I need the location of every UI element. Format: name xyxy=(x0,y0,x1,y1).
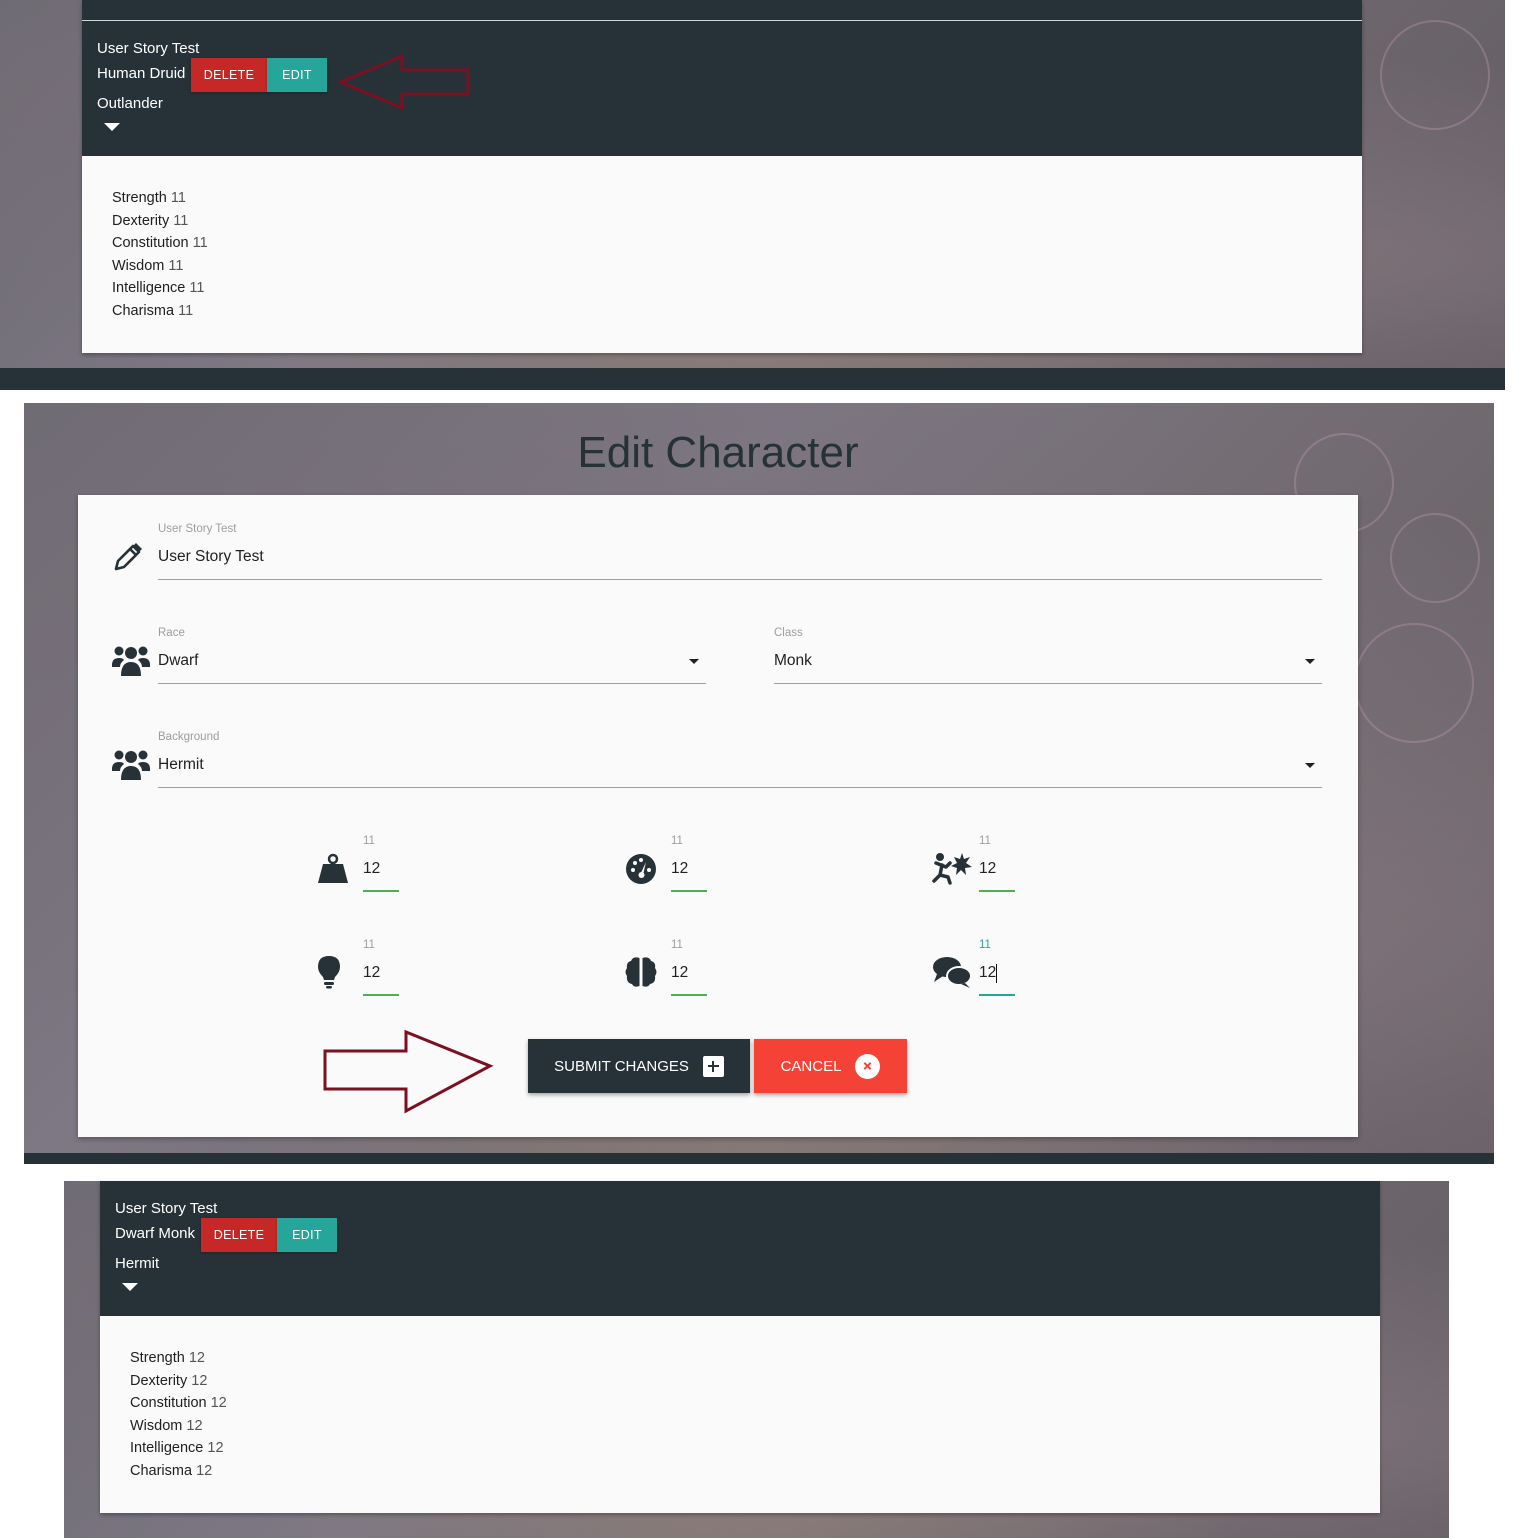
card-header: User Story Test Human Druid DELETE EDIT … xyxy=(82,0,1362,156)
character-card-before: User Story Test Human Druid DELETE EDIT … xyxy=(82,0,1362,353)
class-select-underline xyxy=(774,683,1322,684)
delete-button[interactable]: DELETE xyxy=(191,58,267,92)
stats-list: Strength 11 Dexterity 11 Constitution 11… xyxy=(112,187,208,322)
constitution-label: 11 xyxy=(979,835,991,847)
character-background: Outlander xyxy=(97,95,163,112)
wisdom-label: 11 xyxy=(363,939,375,951)
charisma-label: 11 xyxy=(979,939,991,951)
character-name: User Story Test xyxy=(97,40,200,57)
plus-square-icon xyxy=(702,1055,724,1077)
stat-intelligence: Intelligence 12 xyxy=(130,1440,224,1456)
background-dropdown-caret-icon[interactable] xyxy=(1305,763,1315,768)
strength-input[interactable]: 12 xyxy=(363,860,399,878)
race-select[interactable]: Dwarf xyxy=(158,652,198,670)
delete-button[interactable]: DELETE xyxy=(201,1218,277,1252)
wisdom-input[interactable]: 12 xyxy=(363,964,399,982)
page-title: Edit Character xyxy=(577,428,859,477)
dexterity-label: 11 xyxy=(671,835,683,847)
expand-caret-icon[interactable] xyxy=(104,123,120,131)
stat-dexterity: Dexterity 12 xyxy=(130,1372,208,1389)
comments-icon xyxy=(933,957,972,988)
user-injured-icon xyxy=(932,853,972,885)
tachometer-icon xyxy=(626,854,656,884)
dexterity-input-underline xyxy=(671,890,707,892)
wisdom-input-underline xyxy=(363,994,399,996)
magic-circle-decoration xyxy=(1354,623,1474,743)
charisma-input-underline xyxy=(979,994,1015,996)
character-card-after: User Story Test Dwarf Monk DELETE EDIT H… xyxy=(100,1181,1380,1513)
charisma-input[interactable]: 12 xyxy=(979,964,1015,982)
character-name: User Story Test xyxy=(115,1200,218,1217)
character-background: Hermit xyxy=(115,1255,160,1272)
constitution-input-underline xyxy=(979,890,1015,892)
annotation-arrow-left xyxy=(338,54,470,111)
cancel-button[interactable]: CANCEL xyxy=(754,1039,907,1093)
race-dropdown-caret-icon[interactable] xyxy=(689,659,699,664)
footer-bar-top xyxy=(0,368,1505,390)
stat-intelligence: Intelligence 11 xyxy=(112,280,205,296)
class-label: Class xyxy=(774,627,803,639)
stat-charisma: Charisma 12 xyxy=(130,1462,213,1479)
constitution-input[interactable]: 12 xyxy=(979,860,1015,878)
submit-button-label: SUBMIT CHANGES xyxy=(554,1057,689,1075)
users-icon xyxy=(112,646,150,676)
background-select-underline xyxy=(158,787,1322,788)
name-field-label: User Story Test xyxy=(158,523,237,535)
name-input-underline xyxy=(158,579,1322,580)
stat-constitution: Constitution 11 xyxy=(112,235,208,251)
times-circle-icon xyxy=(855,1053,881,1079)
pencil-icon xyxy=(114,543,142,571)
stat-wisdom: Wisdom 11 xyxy=(112,257,184,274)
users-icon xyxy=(112,750,150,780)
background-select[interactable]: Hermit xyxy=(158,756,204,774)
card-top-divider xyxy=(82,20,1362,21)
brain-icon xyxy=(625,957,657,987)
stat-dexterity: Dexterity 11 xyxy=(112,212,189,229)
stat-strength: Strength 12 xyxy=(130,1350,205,1366)
card-header: User Story Test Dwarf Monk DELETE EDIT H… xyxy=(100,1181,1380,1316)
edit-button[interactable]: EDIT xyxy=(277,1218,337,1252)
edit-button[interactable]: EDIT xyxy=(267,58,327,92)
stats-list: Strength 12 Dexterity 12 Constitution 12… xyxy=(130,1347,227,1482)
intelligence-input[interactable]: 12 xyxy=(671,964,707,982)
intelligence-input-underline xyxy=(671,994,707,996)
intelligence-label: 11 xyxy=(671,939,683,951)
class-dropdown-caret-icon[interactable] xyxy=(1305,659,1315,664)
race-select-underline xyxy=(158,683,706,684)
dexterity-input[interactable]: 12 xyxy=(671,860,707,878)
strength-label: 11 xyxy=(363,835,375,847)
annotation-arrow-right xyxy=(323,1029,494,1114)
strength-input-underline xyxy=(363,890,399,892)
submit-changes-button[interactable]: SUBMIT CHANGES xyxy=(528,1039,750,1093)
footer-bar-middle xyxy=(24,1153,1494,1164)
magic-circle-decoration xyxy=(1380,20,1490,130)
character-race-class: Dwarf Monk xyxy=(115,1225,196,1242)
stat-wisdom: Wisdom 12 xyxy=(130,1417,203,1434)
class-select[interactable]: Monk xyxy=(774,652,812,670)
text-cursor xyxy=(996,964,997,983)
background-label: Background xyxy=(158,731,220,743)
character-race-class: Human Druid xyxy=(97,65,186,82)
lightbulb-icon xyxy=(318,956,340,989)
stat-charisma: Charisma 11 xyxy=(112,302,194,319)
magic-circle-decoration xyxy=(1390,513,1480,603)
stat-strength: Strength 11 xyxy=(112,190,186,206)
weight-icon xyxy=(318,853,348,883)
name-input[interactable]: User Story Test xyxy=(158,548,264,566)
edit-character-form: User Story Test User Story Test Race Dwa… xyxy=(78,495,1358,1137)
race-label: Race xyxy=(158,627,185,639)
stat-constitution: Constitution 12 xyxy=(130,1395,227,1411)
cancel-button-label: CANCEL xyxy=(780,1057,842,1075)
expand-caret-icon[interactable] xyxy=(122,1283,138,1291)
